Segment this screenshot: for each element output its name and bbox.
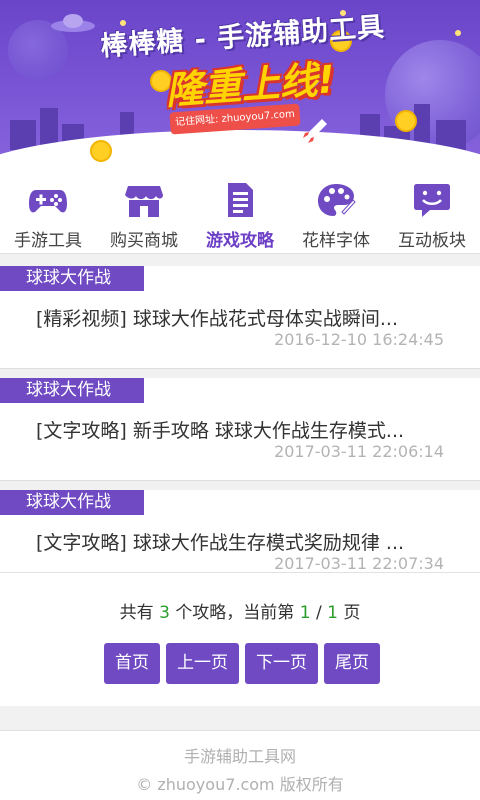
article-timestamp: 2016-12-10 16:24:45 xyxy=(274,330,444,349)
nav-item-interaction[interactable]: 互动板块 xyxy=(384,170,480,254)
nav-label: 游戏攻略 xyxy=(206,231,274,251)
coin-decoration xyxy=(90,140,112,162)
total-count: 3 xyxy=(159,603,170,623)
footer-site-name[interactable]: 手游辅助工具网 xyxy=(0,743,480,767)
first-page-button[interactable]: 首页 xyxy=(104,643,160,684)
last-page-button[interactable]: 尾页 xyxy=(324,643,380,684)
store-icon xyxy=(125,186,163,217)
category-nav: 手游工具 购买商城 游戏攻略 花样字体 互动板块 xyxy=(0,170,480,254)
article-timestamp: 2017-03-11 22:06:14 xyxy=(274,442,444,461)
article-title[interactable]: [文字攻略] 新手攻略 球球大作战生存模式... xyxy=(36,416,456,443)
nav-label: 购买商城 xyxy=(110,231,178,251)
nav-item-fancy-fonts[interactable]: 花样字体 xyxy=(288,170,384,254)
nav-item-game-guides[interactable]: 游戏攻略 xyxy=(192,170,288,254)
palette-icon xyxy=(318,184,356,216)
rocket-icon xyxy=(303,119,327,143)
summary-suffix: 页 xyxy=(343,603,361,623)
gamepad-icon xyxy=(29,190,67,213)
pagination-summary: 共有 3 个攻略，当前第 1 / 1 页 xyxy=(0,598,480,623)
game-tag[interactable]: 球球大作战 xyxy=(0,266,144,291)
article-list: 球球大作战 [精彩视频] 球球大作战花式母体实战瞬间... 2016-12-10… xyxy=(0,256,480,593)
coin-decoration xyxy=(395,110,417,132)
nav-label: 花样字体 xyxy=(302,231,370,251)
summary-middle: 个攻略，当前第 xyxy=(175,603,295,623)
game-tag[interactable]: 球球大作战 xyxy=(0,490,144,515)
footer-copyright: © zhuoyou7.com 版权所有 xyxy=(136,775,344,794)
list-item[interactable]: 球球大作战 [文字攻略] 新手攻略 球球大作战生存模式... 2017-03-1… xyxy=(0,378,480,481)
page-separator: / xyxy=(315,603,322,623)
prev-page-button[interactable]: 上一页 xyxy=(166,643,239,684)
nav-label: 互动板块 xyxy=(398,231,466,251)
nav-item-game-tools[interactable]: 手游工具 xyxy=(0,170,96,254)
nav-item-shop[interactable]: 购买商城 xyxy=(96,170,192,254)
game-tag[interactable]: 球球大作战 xyxy=(0,378,144,403)
article-title[interactable]: [文字攻略] 球球大作战生存模式奖励规律 ... xyxy=(36,528,456,555)
page-footer: 手游辅助工具网 © zhuoyou7.com 版权所有 xyxy=(0,730,480,800)
list-item[interactable]: 球球大作战 [精彩视频] 球球大作战花式母体实战瞬间... 2016-12-10… xyxy=(0,266,480,369)
summary-prefix: 共有 xyxy=(119,603,154,623)
document-icon xyxy=(228,183,253,217)
pagination: 共有 3 个攻略，当前第 1 / 1 页 首页 上一页 下一页 尾页 xyxy=(0,572,480,706)
ufo-icon xyxy=(51,14,95,32)
pagination-buttons: 首页 上一页 下一页 尾页 xyxy=(104,643,380,684)
chat-smile-icon xyxy=(414,184,450,217)
current-page: 1 xyxy=(299,603,311,623)
article-title[interactable]: [精彩视频] 球球大作战花式母体实战瞬间... xyxy=(36,304,456,331)
star-decoration xyxy=(455,30,461,36)
hero-banner: 棒棒糖 - 手游辅助工具 隆重上线! 记住网址: zhuoyou7.com xyxy=(0,0,480,170)
next-page-button[interactable]: 下一页 xyxy=(245,643,318,684)
article-timestamp: 2017-03-11 22:07:34 xyxy=(274,554,444,573)
total-pages: 1 xyxy=(327,603,338,623)
nav-label: 手游工具 xyxy=(14,231,82,251)
